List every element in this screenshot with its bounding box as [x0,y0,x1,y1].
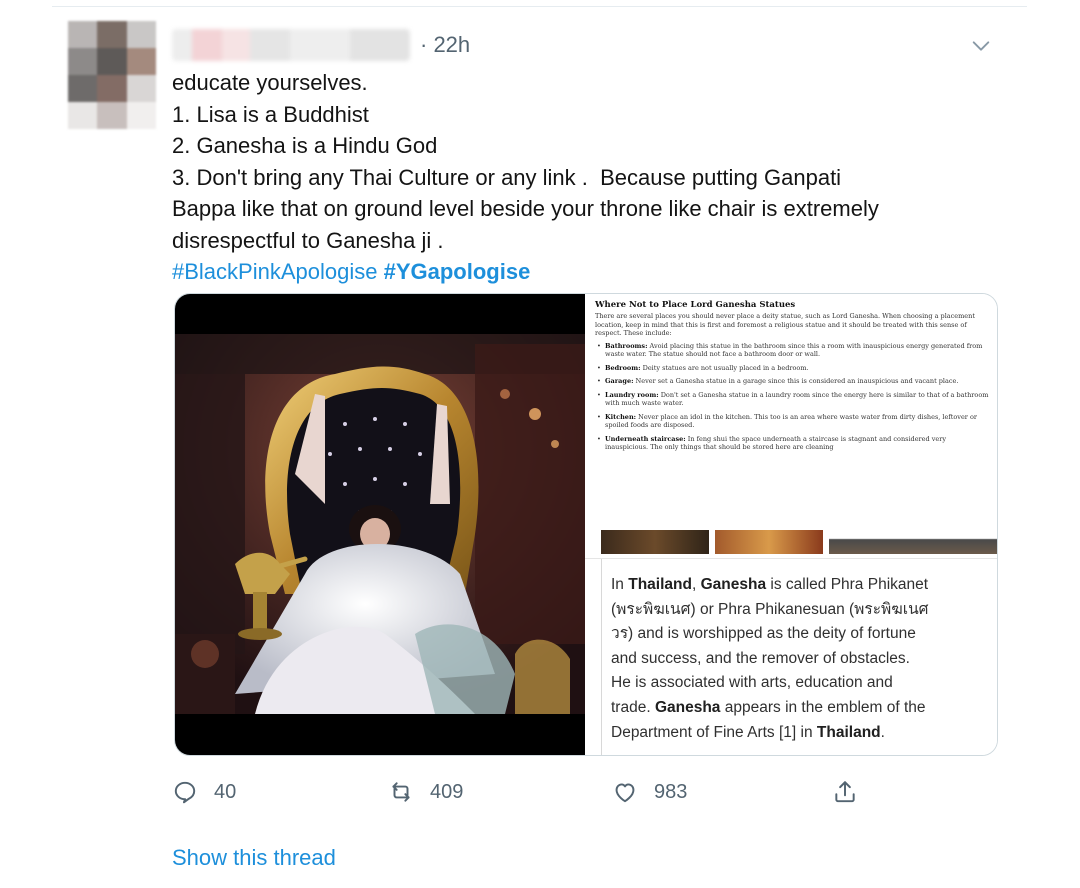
article-list: Bathrooms: Avoid placing this statue in … [595,342,991,452]
retweet-icon [392,782,410,802]
wiki-line: วร) and is worshipped as the deity of fo… [611,625,916,643]
wiki-line: In Thailand, Ganesha is called Phra Phik… [611,576,929,593]
media-card[interactable]: Where Not to Place Lord Ganesha Statues … [174,293,998,756]
timestamp[interactable]: · 22h [420,32,470,58]
retweet-count: 409 [430,780,464,803]
article-thumbnails [601,530,997,554]
throne-photo[interactable] [175,294,585,755]
wiki-line: He is associated with arts, education an… [611,674,893,692]
tweet-line: 3. Don't bring any Thai Culture or any l… [172,164,842,190]
tweet-line: educate yourselves. [172,70,368,95]
article-intro: There are several places you should neve… [595,312,975,337]
wiki-line: and success, and the remover of obstacle… [611,649,910,667]
blurred-username[interactable] [172,29,410,61]
tweet-text: educate yourselves. 1. Lisa is a Buddhis… [172,67,1002,288]
like-button[interactable]: 983 [612,777,687,807]
share-button[interactable] [832,777,858,807]
tweet-line: disrespectful to Ganesha ji . [172,227,444,253]
divider [601,559,602,755]
photo-scene [175,334,585,714]
thumbnail-image [601,530,709,554]
reply-count: 40 [214,780,237,803]
tweet-line: Bappa like that on ground level beside y… [172,196,879,221]
show-thread-link[interactable]: Show this thread [172,845,336,871]
list-item: Kitchen: Never place an idol in the kitc… [595,413,991,430]
tweet-actions: 40 409 983 [172,777,872,807]
list-item: Garage: Never set a Ganesha statue in a … [595,377,991,386]
wiki-line: (พระพิฆเนศ) or Phra Phikanesuan (พระพิฆเ… [611,600,929,618]
article-excerpt: Where Not to Place Lord Ganesha Statues … [585,294,997,534]
article-screenshot[interactable]: Where Not to Place Lord Ganesha Statues … [585,294,997,755]
hashtags: #BlackPinkApologise #YGapologise [172,256,1002,288]
list-item: Bedroom: Deity statues are not usually p… [595,364,991,373]
heart-icon [615,783,635,803]
wiki-line: trade. Ganesha appears in the emblem of … [611,698,926,716]
chevron-down-icon[interactable] [970,35,992,57]
reply-icon [174,781,196,804]
share-icon [835,781,855,803]
wiki-excerpt: In Thailand, Ganesha is called Phra Phik… [585,558,997,755]
hashtag-link[interactable]: #BlackPinkApologise [172,259,377,284]
hashtag-link[interactable]: #YGapologise [384,259,531,284]
list-item: Bathrooms: Avoid placing this statue in … [595,342,991,359]
reply-button[interactable]: 40 [172,777,236,807]
thumbnail-image [829,530,997,554]
tweet-header: · 22h [172,25,470,65]
article-title: Where Not to Place Lord Ganesha Statues [595,300,796,310]
list-item: Laundry room: Don't set a Ganesha statue… [595,391,991,408]
tweet-line: 2. Ganesha is a Hindu God [172,133,438,158]
avatar[interactable] [68,21,156,129]
thumbnail-image [715,530,823,554]
list-item: Underneath staircase: In feng shui the s… [595,435,991,452]
like-count: 983 [654,780,688,803]
retweet-button[interactable]: 409 [388,777,463,807]
tweet[interactable]: · 22h educate yourselves. 1. Lisa is a B… [52,6,1027,882]
wiki-line: Department of Fine Arts [1] in Thailand. [611,723,885,741]
tweet-line: 1. Lisa is a Buddhist [172,101,369,127]
